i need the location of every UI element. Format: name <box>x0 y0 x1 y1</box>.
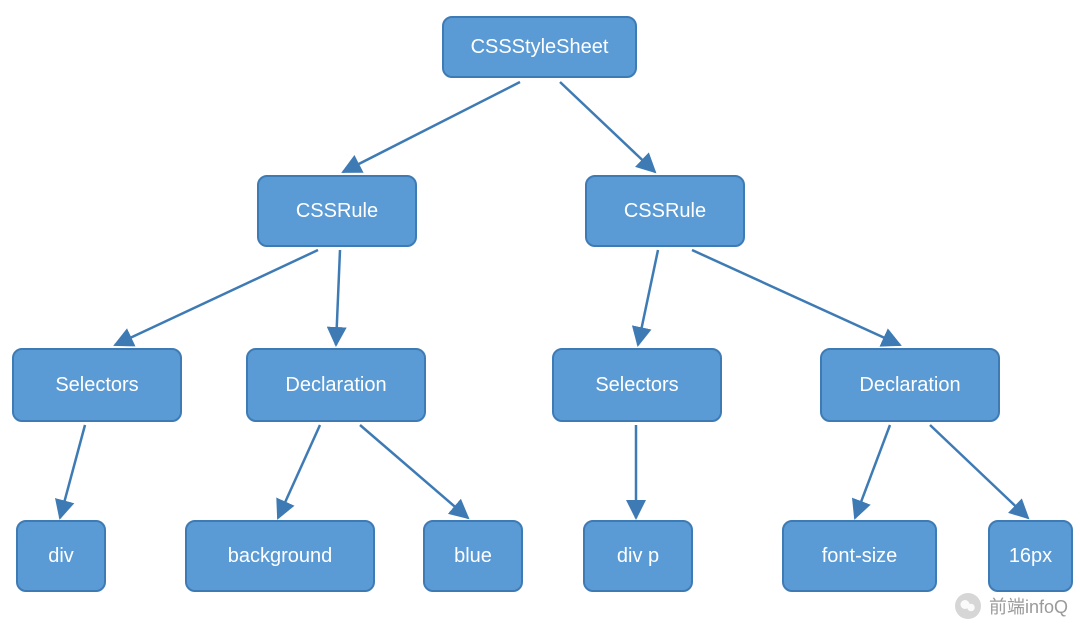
node-cssstylesheet: CSSStyleSheet <box>442 16 637 78</box>
node-div: div <box>16 520 106 592</box>
watermark-text: 前端infoQ <box>989 593 1068 619</box>
node-background: background <box>185 520 375 592</box>
node-selectors-2: Selectors <box>552 348 722 422</box>
node-16px: 16px <box>988 520 1073 592</box>
node-div-p: div p <box>583 520 693 592</box>
node-declaration-2: Declaration <box>820 348 1000 422</box>
node-declaration-1: Declaration <box>246 348 426 422</box>
node-selectors-1: Selectors <box>12 348 182 422</box>
node-font-size: font-size <box>782 520 937 592</box>
node-cssrule-1: CSSRule <box>257 175 417 247</box>
watermark: 前端infoQ <box>955 593 1068 619</box>
node-cssrule-2: CSSRule <box>585 175 745 247</box>
wechat-icon <box>955 593 981 619</box>
node-blue: blue <box>423 520 523 592</box>
